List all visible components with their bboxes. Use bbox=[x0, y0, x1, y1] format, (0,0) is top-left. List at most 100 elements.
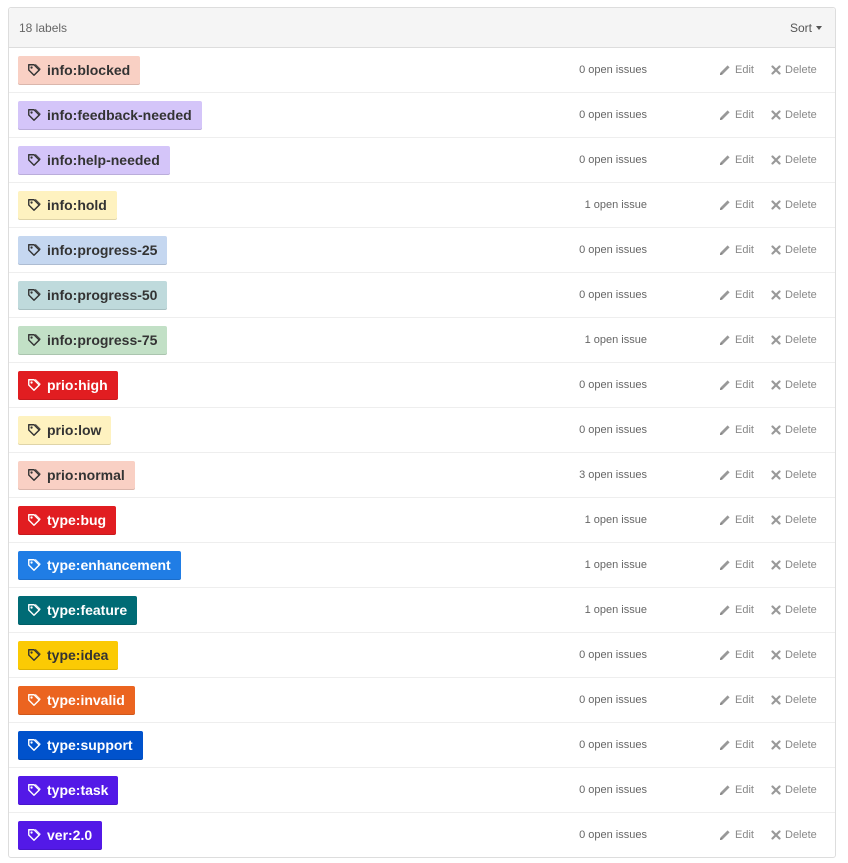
tag-icon bbox=[28, 603, 41, 616]
delete-button[interactable]: Delete bbox=[771, 514, 817, 526]
delete-button[interactable]: Delete bbox=[771, 784, 817, 796]
delete-button[interactable]: Delete bbox=[771, 154, 817, 166]
sort-dropdown[interactable]: Sort bbox=[790, 21, 822, 35]
label-list: info:blocked 0 open issues Edit Delete info:… bbox=[9, 48, 835, 857]
label-badge[interactable]: type:enhancement bbox=[18, 550, 181, 580]
label-row: prio:high 0 open issues Edit Delete bbox=[9, 363, 835, 408]
delete-button[interactable]: Delete bbox=[771, 829, 817, 841]
open-issues-link[interactable]: 0 open issues bbox=[579, 829, 647, 841]
delete-button[interactable]: Delete bbox=[771, 694, 817, 706]
open-issues-link[interactable]: 0 open issues bbox=[579, 739, 647, 751]
edit-button[interactable]: Edit bbox=[719, 559, 754, 571]
edit-button[interactable]: Edit bbox=[719, 604, 754, 616]
label-badge[interactable]: info:progress-50 bbox=[18, 280, 168, 310]
label-badge[interactable]: type:idea bbox=[18, 640, 119, 670]
tag-icon bbox=[28, 378, 41, 391]
delete-button[interactable]: Delete bbox=[771, 424, 817, 436]
delete-button[interactable]: Delete bbox=[771, 199, 817, 211]
label-name: type:support bbox=[47, 737, 133, 753]
open-issues-link[interactable]: 0 open issues bbox=[579, 649, 647, 661]
open-issues-link[interactable]: 0 open issues bbox=[579, 109, 647, 121]
edit-button[interactable]: Edit bbox=[719, 424, 754, 436]
delete-button[interactable]: Delete bbox=[771, 64, 817, 76]
label-badge[interactable]: type:invalid bbox=[18, 685, 135, 715]
open-issues-link[interactable]: 1 open issue bbox=[585, 199, 647, 211]
delete-button[interactable]: Delete bbox=[771, 379, 817, 391]
label-badge[interactable]: info:progress-25 bbox=[18, 235, 168, 265]
edit-button[interactable]: Edit bbox=[719, 829, 754, 841]
label-badge[interactable]: prio:low bbox=[18, 415, 112, 445]
edit-label: Edit bbox=[735, 64, 754, 76]
pencil-icon bbox=[720, 335, 730, 345]
edit-button[interactable]: Edit bbox=[719, 244, 754, 256]
open-issues-link[interactable]: 1 open issue bbox=[585, 559, 647, 571]
delete-button[interactable]: Delete bbox=[771, 334, 817, 346]
edit-button[interactable]: Edit bbox=[719, 334, 754, 346]
edit-button[interactable]: Edit bbox=[719, 649, 754, 661]
edit-button[interactable]: Edit bbox=[719, 64, 754, 76]
label-badge[interactable]: ver:2.0 bbox=[18, 820, 103, 850]
edit-label: Edit bbox=[735, 559, 754, 571]
delete-button[interactable]: Delete bbox=[771, 469, 817, 481]
label-name: type:feature bbox=[47, 602, 128, 618]
open-issues-link[interactable]: 0 open issues bbox=[579, 784, 647, 796]
open-issues-link[interactable]: 0 open issues bbox=[579, 154, 647, 166]
delete-button[interactable]: Delete bbox=[771, 289, 817, 301]
label-badge[interactable]: type:support bbox=[18, 730, 143, 760]
open-issues-link[interactable]: 1 open issue bbox=[585, 514, 647, 526]
label-name: type:task bbox=[47, 782, 109, 798]
edit-label: Edit bbox=[735, 244, 754, 256]
delete-label: Delete bbox=[785, 784, 817, 796]
label-name: prio:low bbox=[47, 422, 102, 438]
open-issues-link[interactable]: 0 open issues bbox=[579, 424, 647, 436]
delete-button[interactable]: Delete bbox=[771, 604, 817, 616]
pencil-icon bbox=[720, 65, 730, 75]
delete-label: Delete bbox=[785, 334, 817, 346]
open-issues-link[interactable]: 0 open issues bbox=[579, 64, 647, 76]
close-icon bbox=[771, 65, 781, 75]
open-issues-link[interactable]: 1 open issue bbox=[585, 604, 647, 616]
edit-button[interactable]: Edit bbox=[719, 514, 754, 526]
edit-button[interactable]: Edit bbox=[719, 694, 754, 706]
label-badge[interactable]: type:task bbox=[18, 775, 119, 805]
delete-button[interactable]: Delete bbox=[771, 739, 817, 751]
label-row: info:blocked 0 open issues Edit Delete bbox=[9, 48, 835, 93]
label-name: info:feedback-needed bbox=[47, 107, 192, 123]
open-issues-link[interactable]: 0 open issues bbox=[579, 379, 647, 391]
pencil-icon bbox=[720, 695, 730, 705]
label-badge[interactable]: prio:high bbox=[18, 370, 118, 400]
pencil-icon bbox=[720, 785, 730, 795]
close-icon bbox=[771, 335, 781, 345]
label-badge[interactable]: type:bug bbox=[18, 505, 117, 535]
edit-button[interactable]: Edit bbox=[719, 199, 754, 211]
label-badge[interactable]: info:blocked bbox=[18, 55, 141, 85]
delete-button[interactable]: Delete bbox=[771, 109, 817, 121]
close-icon bbox=[771, 290, 781, 300]
delete-button[interactable]: Delete bbox=[771, 244, 817, 256]
edit-button[interactable]: Edit bbox=[719, 109, 754, 121]
edit-button[interactable]: Edit bbox=[719, 784, 754, 796]
open-issues-link[interactable]: 3 open issues bbox=[579, 469, 647, 481]
open-issues-link[interactable]: 0 open issues bbox=[579, 694, 647, 706]
pencil-icon bbox=[720, 650, 730, 660]
open-issues-link[interactable]: 1 open issue bbox=[585, 334, 647, 346]
edit-button[interactable]: Edit bbox=[719, 154, 754, 166]
label-badge[interactable]: info:help-needed bbox=[18, 145, 170, 175]
close-icon bbox=[771, 380, 781, 390]
label-badge[interactable]: prio:normal bbox=[18, 460, 135, 490]
open-issues-link[interactable]: 0 open issues bbox=[579, 289, 647, 301]
label-badge[interactable]: info:feedback-needed bbox=[18, 100, 202, 130]
delete-button[interactable]: Delete bbox=[771, 649, 817, 661]
edit-button[interactable]: Edit bbox=[719, 289, 754, 301]
label-name: type:bug bbox=[47, 512, 107, 528]
edit-button[interactable]: Edit bbox=[719, 739, 754, 751]
open-issues-link[interactable]: 0 open issues bbox=[579, 244, 647, 256]
edit-button[interactable]: Edit bbox=[719, 469, 754, 481]
edit-label: Edit bbox=[735, 469, 754, 481]
labels-header: 18 labels Sort bbox=[9, 8, 835, 48]
label-badge[interactable]: info:progress-75 bbox=[18, 325, 168, 355]
label-badge[interactable]: type:feature bbox=[18, 595, 138, 625]
edit-button[interactable]: Edit bbox=[719, 379, 754, 391]
delete-button[interactable]: Delete bbox=[771, 559, 817, 571]
label-badge[interactable]: info:hold bbox=[18, 190, 117, 220]
